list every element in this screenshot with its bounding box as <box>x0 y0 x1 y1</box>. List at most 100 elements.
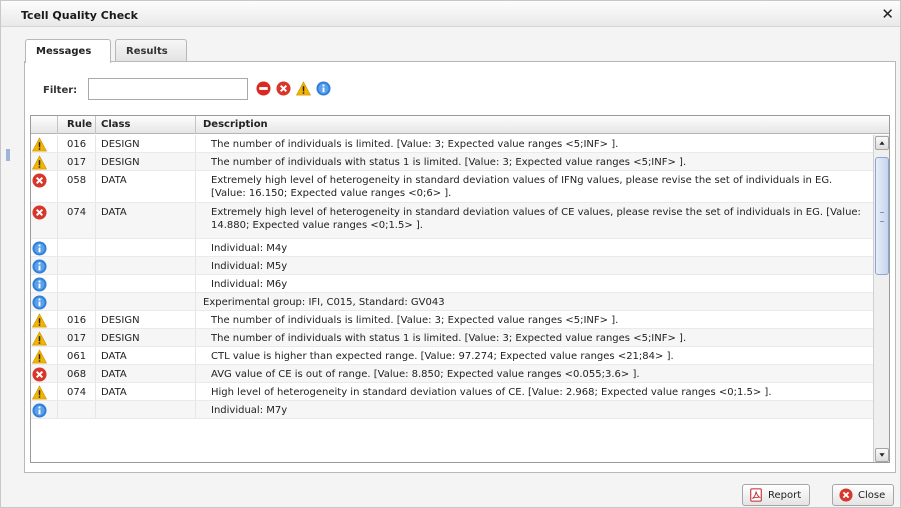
class-cell: DESIGN <box>101 333 140 344</box>
title-bar[interactable]: Tcell Quality Check ✕ <box>1 1 900 27</box>
column-divider <box>95 153 96 170</box>
description-cell: AVG value of CE is out of range. [Value:… <box>211 369 640 380</box>
close-circle-icon <box>839 488 853 502</box>
column-divider <box>95 347 96 364</box>
column-header-description[interactable]: Description <box>203 119 268 130</box>
class-cell: DESIGN <box>101 157 140 168</box>
class-cell: DESIGN <box>101 315 140 326</box>
column-divider <box>195 203 196 238</box>
grid-body: 016 DESIGN The number of individuals is li… <box>31 135 873 462</box>
warning-icon <box>32 155 47 170</box>
rule-cell: 074 <box>67 207 87 218</box>
warning-icon <box>32 313 47 328</box>
column-divider <box>57 203 58 238</box>
filter-input[interactable] <box>88 78 248 100</box>
warning-icon <box>32 349 47 364</box>
scroll-up-button[interactable] <box>875 136 889 150</box>
column-divider <box>57 135 58 152</box>
table-row[interactable]: 017 DESIGN The number of individuals with … <box>31 153 873 171</box>
table-row[interactable]: 016 DESIGN The number of individuals is li… <box>31 311 873 329</box>
class-cell: DATA <box>101 387 127 398</box>
column-divider <box>95 401 96 418</box>
table-row[interactable]: Individual: M7y <box>31 401 873 419</box>
class-cell: DATA <box>101 369 127 380</box>
description-cell: The number of individuals with status 1 … <box>211 333 687 344</box>
column-divider <box>57 401 58 418</box>
description-cell: Experimental group: IFI, C015, Standard:… <box>203 297 445 308</box>
warning-icon[interactable] <box>296 81 311 96</box>
description-cell: Individual: M5y <box>211 261 288 272</box>
report-button-label: Report <box>768 489 802 501</box>
tab-results[interactable]: Results <box>115 39 187 62</box>
description-cell: Individual: M7y <box>211 405 288 416</box>
description-cell: Extremely high level of heterogeneity in… <box>211 175 833 199</box>
info-icon <box>32 277 47 292</box>
rule-cell: 068 <box>67 369 87 380</box>
column-divider <box>195 401 196 418</box>
column-divider <box>57 311 58 328</box>
description-cell: The number of individuals with status 1 … <box>211 157 687 168</box>
class-cell: DATA <box>101 175 127 186</box>
rule-cell: 017 <box>67 157 87 168</box>
table-row[interactable]: 068 DATA AVG value of CE is out of range. … <box>31 365 873 383</box>
column-divider <box>195 153 196 170</box>
description-cell: Extremely high level of heterogeneity in… <box>211 207 861 231</box>
table-row[interactable]: 061 DATA CTL value is higher than expected… <box>31 347 873 365</box>
rule-cell: 016 <box>67 315 87 326</box>
column-divider <box>95 135 96 152</box>
class-cell: DESIGN <box>101 139 140 150</box>
table-row[interactable]: 016 DESIGN The number of individuals is li… <box>31 135 873 153</box>
column-divider <box>57 153 58 170</box>
table-row[interactable]: 074 DATA Extremely high level of heterogen… <box>31 203 873 239</box>
column-divider <box>195 329 196 346</box>
header-divider <box>95 116 96 134</box>
close-button[interactable]: Close <box>832 484 895 506</box>
description-cell: Individual: M6y <box>211 279 288 290</box>
column-divider <box>95 329 96 346</box>
error-icon[interactable] <box>276 81 291 96</box>
column-divider <box>95 311 96 328</box>
class-cell: DATA <box>101 207 127 218</box>
column-divider <box>195 275 196 292</box>
column-divider <box>57 365 58 382</box>
column-divider <box>195 365 196 382</box>
rule-cell: 058 <box>67 175 87 186</box>
column-divider <box>95 239 96 256</box>
column-divider <box>95 365 96 382</box>
scroll-down-button[interactable] <box>875 448 889 462</box>
column-divider <box>57 293 58 310</box>
tab-messages[interactable]: Messages <box>25 39 111 63</box>
table-row[interactable]: Individual: M4y <box>31 239 873 257</box>
error-icon <box>32 367 47 382</box>
table-row[interactable]: Individual: M6y <box>31 275 873 293</box>
messages-grid: Rule Class Description 016 DESIGN The numb… <box>30 115 890 463</box>
header-divider <box>195 116 196 134</box>
header-divider <box>57 116 58 134</box>
info-icon <box>32 259 47 274</box>
resize-handle <box>6 149 10 161</box>
report-button[interactable]: Report <box>742 484 811 506</box>
rule-cell: 074 <box>67 387 87 398</box>
table-row[interactable]: Experimental group: IFI, C015, Standard:… <box>31 293 873 311</box>
scroll-thumb[interactable] <box>875 157 889 275</box>
pdf-icon <box>750 488 762 502</box>
warning-icon <box>32 137 47 152</box>
description-cell: CTL value is higher than expected range.… <box>211 351 674 362</box>
stop-icon[interactable] <box>256 81 271 96</box>
column-divider <box>195 171 196 202</box>
table-row[interactable]: 074 DATA High level of heterogeneity in st… <box>31 383 873 401</box>
description-cell: The number of individuals is limited. [V… <box>211 139 619 150</box>
close-icon[interactable]: ✕ <box>881 5 894 23</box>
close-button-label: Close <box>858 489 886 501</box>
vertical-scrollbar[interactable] <box>873 135 889 462</box>
table-row[interactable]: Individual: M5y <box>31 257 873 275</box>
dialog-window: Tcell Quality Check ✕ Messages Results F… <box>0 0 901 508</box>
info-icon[interactable] <box>316 81 331 96</box>
column-divider <box>57 383 58 400</box>
rule-cell: 061 <box>67 351 87 362</box>
column-header-class[interactable]: Class <box>101 119 130 130</box>
column-header-rule[interactable]: Rule <box>67 119 92 130</box>
table-row[interactable]: 017 DESIGN The number of individuals with … <box>31 329 873 347</box>
filter-label: Filter: <box>43 85 78 96</box>
table-row[interactable]: 058 DATA Extremely high level of heterogen… <box>31 171 873 203</box>
